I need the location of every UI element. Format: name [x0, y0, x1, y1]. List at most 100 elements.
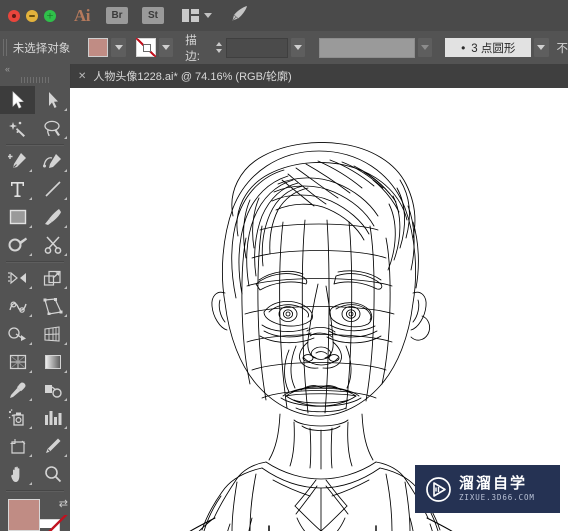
close-icon[interactable]: ✕ [78, 71, 86, 82]
rocket-glyph [231, 5, 247, 21]
tool-expand-corner-icon [64, 314, 67, 317]
watermark-text: 溜溜自学 ZIXUE.3D66.COM [459, 476, 535, 502]
tool-expand-corner-icon [64, 286, 67, 289]
lasso-tool[interactable] [35, 114, 70, 142]
play-logo-icon [425, 476, 452, 503]
mesh-tool[interactable] [0, 348, 35, 376]
minimize-window-button[interactable] [26, 9, 38, 22]
maximize-window-button[interactable] [44, 9, 56, 22]
tool-divider [6, 261, 64, 262]
tool-divider [6, 490, 64, 491]
control-bar: 未选择对象 描边: • 3 点圆形 不 [0, 31, 568, 65]
tool-expand-corner-icon [64, 426, 67, 429]
arrange-documents-button[interactable] [182, 9, 212, 22]
window-controls [0, 9, 56, 22]
graphic-style-field[interactable]: • 3 点圆形 [445, 38, 532, 57]
tool-expand-corner-icon [64, 108, 67, 111]
tool-expand-corner-icon [29, 342, 32, 345]
artboard-tool[interactable] [0, 432, 35, 460]
eyedropper-tool[interactable] [0, 376, 35, 404]
style-bullet-icon: • [461, 40, 466, 55]
stroke-color-swatch[interactable] [135, 38, 157, 57]
title-bar: Ai Br St [0, 0, 568, 31]
tool-expand-corner-icon [29, 454, 32, 457]
brush-definition-input[interactable] [319, 37, 415, 58]
watermark-brand-cn: 溜溜自学 [459, 474, 528, 493]
shape-builder-tool[interactable] [0, 320, 35, 348]
selection-tool[interactable] [0, 86, 35, 114]
brush-definition-dropdown[interactable] [417, 38, 433, 57]
line-segment-tool[interactable] [35, 175, 70, 203]
scale-tool[interactable] [35, 264, 70, 292]
zoom-tool[interactable] [35, 460, 70, 488]
hand-tool[interactable] [0, 460, 35, 488]
perspective-grid-tool[interactable] [35, 320, 70, 348]
stroke-weight-dropdown[interactable] [290, 38, 306, 57]
direct-selection-tool[interactable] [35, 86, 70, 114]
tool-expand-corner-icon [64, 136, 67, 139]
rectangle-tool[interactable] [0, 203, 35, 231]
free-transform-tool[interactable] [35, 292, 70, 320]
fill-color-box[interactable] [8, 499, 40, 531]
magic-wand-tool[interactable] [0, 114, 35, 142]
tools-panel-collapse[interactable]: « [0, 64, 70, 74]
stroke-weight-stepper[interactable] [214, 38, 223, 57]
tool-expand-corner-icon [64, 454, 67, 457]
watermark-badge: 溜溜自学 ZIXUE.3D66.COM [415, 465, 560, 513]
shaper-tool[interactable] [0, 231, 35, 259]
scissors-tool[interactable] [35, 231, 70, 259]
chevron-down-icon [537, 45, 546, 50]
width-tool[interactable] [0, 292, 35, 320]
illustrator-window: Ai Br St 未选择对象 描边: • 3 点圆形 不 ✕ 人物头像1228.… [0, 0, 568, 531]
document-canvas[interactable]: 溜溜自学 ZIXUE.3D66.COM [70, 88, 568, 531]
tool-expand-corner-icon [64, 169, 67, 172]
tool-group-selection [0, 86, 70, 142]
tools-panel-grip[interactable] [0, 74, 70, 86]
chevron-down-icon [294, 45, 303, 50]
tool-expand-corner-icon [64, 398, 67, 401]
graphic-style-dropdown[interactable] [534, 38, 549, 57]
chevron-down-icon [421, 45, 430, 50]
slice-tool[interactable] [35, 432, 70, 460]
fill-stroke-widget: ⇄ [8, 497, 68, 531]
chevron-down-icon [162, 45, 171, 50]
tool-group-drawing [0, 147, 70, 259]
graphic-style-label: 3 点圆形 [471, 42, 516, 55]
paintbrush-tool[interactable] [35, 203, 70, 231]
type-tool[interactable] [0, 175, 35, 203]
document-tab-title: 人物头像1228.ai* @ 74.16% (RGB/轮廓) [93, 71, 292, 83]
rocket-icon[interactable] [230, 5, 249, 27]
opacity-label: 不 [556, 42, 568, 55]
rotate-tool[interactable] [0, 264, 35, 292]
tool-expand-corner-icon [29, 370, 32, 373]
tool-expand-corner-icon [64, 197, 67, 200]
close-window-button[interactable] [8, 9, 20, 22]
tool-expand-corner-icon [64, 370, 67, 373]
pen-tool[interactable] [0, 147, 35, 175]
selection-status-label: 未选择对象 [12, 42, 71, 55]
stock-launch-button[interactable]: St [142, 7, 164, 24]
swap-fill-stroke-icon[interactable]: ⇄ [59, 497, 68, 510]
arrange-documents-icon [182, 9, 199, 22]
tool-expand-corner-icon [29, 398, 32, 401]
bridge-launch-button[interactable]: Br [106, 7, 128, 24]
stroke-swatch-dropdown[interactable] [158, 38, 174, 57]
curvature-tool[interactable] [35, 147, 70, 175]
gradient-tool[interactable] [35, 348, 70, 376]
chevron-down-icon [204, 13, 212, 18]
control-bar-grip[interactable] [3, 39, 8, 56]
symbol-sprayer-tool[interactable] [0, 404, 35, 432]
tool-expand-corner-icon [64, 225, 67, 228]
stroke-weight-label: 描边: [185, 34, 200, 63]
fill-color-swatch[interactable] [88, 38, 109, 57]
stroke-weight-input[interactable] [225, 37, 288, 58]
column-graph-tool[interactable] [35, 404, 70, 432]
blend-tool[interactable] [35, 376, 70, 404]
collapse-left-icon: « [5, 63, 10, 74]
fill-swatch-dropdown[interactable] [111, 38, 126, 57]
watermark-brand-url: ZIXUE.3D66.COM [459, 493, 535, 503]
document-tab[interactable]: ✕ 人物头像1228.ai* @ 74.16% (RGB/轮廓) [70, 64, 302, 88]
tool-expand-corner-icon [29, 314, 32, 317]
tool-divider [6, 144, 64, 145]
tools-panel: « ⇄ [0, 64, 71, 531]
